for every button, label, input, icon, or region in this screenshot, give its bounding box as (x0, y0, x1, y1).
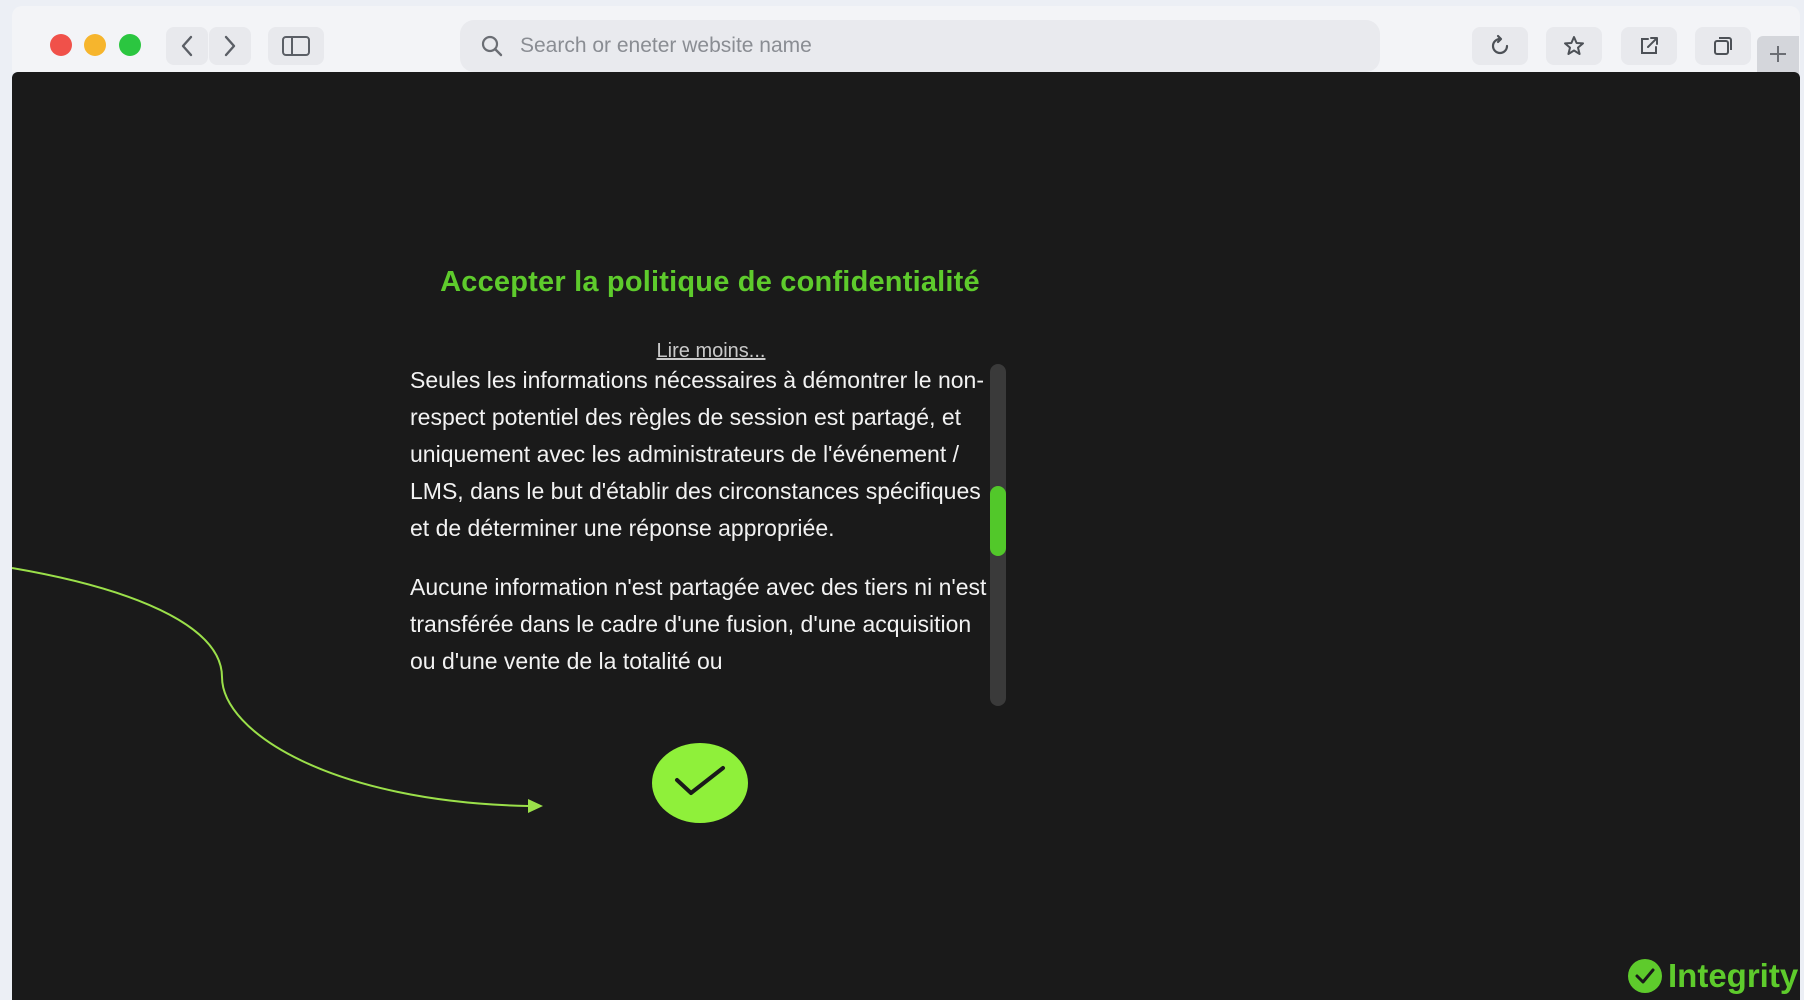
share-icon (1637, 34, 1661, 58)
accept-policy-button[interactable] (652, 743, 748, 823)
policy-paragraph: Seules les informations nécessaires à dé… (410, 367, 985, 541)
read-less-link[interactable]: Lire moins... (550, 340, 872, 363)
checkmark-icon (673, 764, 727, 803)
browser-window: Accepter la politique de confidentialité… (0, 0, 1804, 1000)
close-window-button[interactable] (50, 34, 72, 56)
brand-logo: Integrity (1628, 957, 1798, 995)
minimize-window-button[interactable] (84, 34, 106, 56)
tab-overview-button[interactable] (1695, 27, 1751, 65)
search-icon (480, 34, 504, 58)
policy-text-scroll-area[interactable]: Seules les informations nécessaires à dé… (410, 362, 992, 702)
back-button[interactable] (166, 27, 208, 65)
forward-button[interactable] (209, 27, 251, 65)
new-tab-button[interactable] (1757, 36, 1799, 76)
browser-toolbar (12, 6, 1800, 72)
zoom-window-button[interactable] (119, 34, 141, 56)
brand-name: Integrity (1668, 957, 1799, 994)
reload-button[interactable] (1472, 27, 1528, 65)
address-input[interactable] (518, 33, 1342, 59)
privacy-modal-title: Accepter la politique de confidentialité (440, 266, 980, 298)
tabs-icon (1711, 34, 1735, 58)
plus-icon (1768, 44, 1788, 69)
address-bar[interactable] (460, 20, 1380, 72)
scrollbar-track[interactable] (990, 364, 1006, 706)
sidebar-icon (281, 35, 311, 57)
page-content: Accepter la politique de confidentialité… (12, 72, 1800, 1000)
sidebar-toggle-button[interactable] (268, 27, 324, 65)
policy-paragraph: Aucune information n'est partagée avec d… (410, 574, 987, 674)
back-icon (180, 35, 194, 57)
share-button[interactable] (1621, 27, 1677, 65)
check-circle-icon (1628, 959, 1662, 993)
bookmark-button[interactable] (1546, 27, 1602, 65)
forward-icon (223, 35, 237, 57)
scrollbar-thumb[interactable] (990, 486, 1006, 556)
reload-icon (1488, 34, 1512, 58)
star-icon (1562, 34, 1586, 58)
